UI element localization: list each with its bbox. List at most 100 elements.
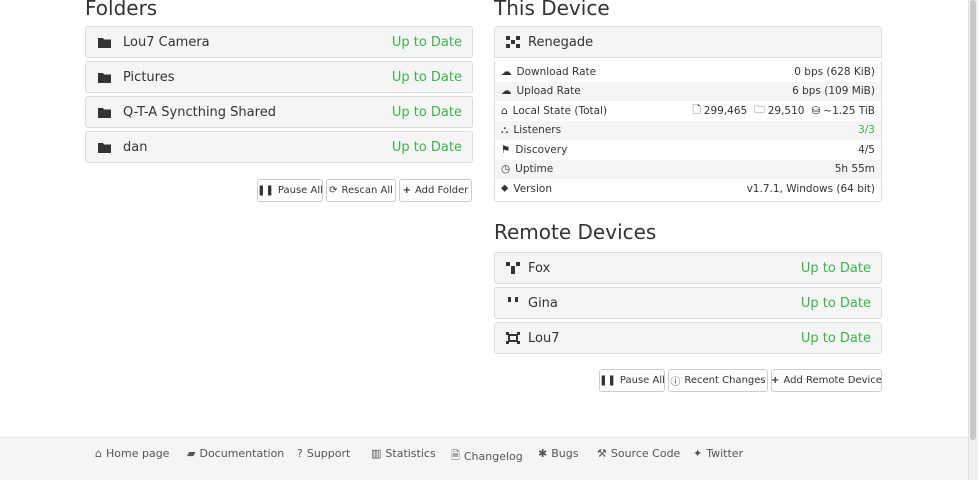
cloud-download-icon: ☁ xyxy=(501,65,512,78)
device-identicon xyxy=(505,253,521,283)
footer-link-changelog[interactable]: 🗎 Changelog xyxy=(451,447,523,466)
footer-link-bugs[interactable]: ✱ Bugs xyxy=(538,447,578,460)
local-state-label: Local State (Total) xyxy=(512,104,608,117)
remote-device-status: Up to Date xyxy=(800,330,871,346)
folder-panel-dan[interactable]: dan Up to Date xyxy=(85,131,473,163)
pause-all-folders-button[interactable]: ❚❚ Pause All xyxy=(257,179,323,202)
local-state-dirs: 29,510 xyxy=(767,104,805,117)
upload-rate-value: 6 bps (109 MiB) xyxy=(792,85,875,98)
footer-link-documentation[interactable]: ▰ Documentation xyxy=(187,447,284,460)
info-icon: ⓘ xyxy=(670,377,681,388)
page-scrollbar[interactable] xyxy=(968,0,978,480)
changelog-label: Changelog xyxy=(463,450,523,463)
folder-status: Up to Date xyxy=(391,34,462,50)
plus-icon: + xyxy=(771,375,780,386)
device-identicon xyxy=(505,288,521,318)
remote-device-panel-lou7[interactable]: Lou7 Up to Date xyxy=(494,322,882,354)
remote-device-panel-fox[interactable]: Fox Up to Date xyxy=(494,252,882,284)
pause-icon: ❚❚ xyxy=(257,185,274,196)
add-remote-device-button[interactable]: + Add Remote Device xyxy=(771,369,882,392)
version-label: Version xyxy=(513,182,552,195)
folder-name: Pictures xyxy=(123,69,175,85)
folder-status: Up to Date xyxy=(391,139,462,155)
twitter-icon: ✦ xyxy=(693,447,703,460)
device-info-table: ☁ Download Rate 0 bps (628 KiB) ☁ Upload R… xyxy=(494,61,882,202)
cloud-upload-icon: ☁ xyxy=(501,85,512,98)
folder-panel-lou7-camera[interactable]: Lou7 Camera Up to Date xyxy=(85,26,473,58)
uptime-value: 5h 55m xyxy=(834,163,875,176)
file-text-icon: 🗎 xyxy=(451,449,460,462)
folder-icon xyxy=(96,62,112,92)
twitter-label: Twitter xyxy=(706,447,744,460)
folder-name: dan xyxy=(123,139,148,155)
download-rate-value: 0 bps (628 KiB) xyxy=(794,65,875,78)
pause-all-label: Pause All xyxy=(277,185,323,196)
documentation-label: Documentation xyxy=(199,447,285,460)
folder-status: Up to Date xyxy=(391,104,462,120)
book-icon: ▰ xyxy=(187,447,196,460)
scrollbar-thumb[interactable] xyxy=(970,0,976,440)
listeners-value[interactable]: 3/3 xyxy=(858,124,875,136)
this-device-panel[interactable]: Renegade xyxy=(494,26,882,58)
home-label: Home page xyxy=(105,447,170,460)
rescan-all-label: Rescan All xyxy=(341,185,393,196)
home-icon: ⌂ xyxy=(95,447,102,460)
recent-changes-button[interactable]: ⓘ Recent Changes xyxy=(668,369,768,392)
version-value: v1.7.1, Windows (64 bit) xyxy=(746,182,875,195)
refresh-icon: ⟳ xyxy=(329,185,338,196)
download-rate-label: Download Rate xyxy=(516,65,597,78)
folder-panel-pictures[interactable]: Pictures Up to Date xyxy=(85,61,473,93)
local-state-files: 299,465 xyxy=(703,104,748,117)
remote-device-name: Lou7 xyxy=(528,330,560,346)
footer-link-home[interactable]: ⌂ Home page xyxy=(95,447,169,460)
device-identicon xyxy=(505,323,521,353)
rescan-all-button[interactable]: ⟳ Rescan All xyxy=(326,179,396,202)
add-folder-button[interactable]: + Add Folder xyxy=(399,179,472,202)
uptime-row: ◷ Uptime 5h 55m xyxy=(495,159,881,179)
pause-icon: ❚❚ xyxy=(599,375,616,386)
sitemap-icon: ⛬ xyxy=(501,123,509,136)
home-icon: ⌂ xyxy=(501,104,508,117)
pause-all-label: Pause All xyxy=(619,375,665,386)
listeners-label: Listeners xyxy=(513,124,562,137)
folder-status: Up to Date xyxy=(391,69,462,85)
plus-icon: + xyxy=(402,185,411,196)
remote-device-name: Gina xyxy=(528,295,558,311)
wrench-icon: ⚒ xyxy=(597,447,607,460)
statistics-label: Statistics xyxy=(385,447,436,460)
folder-icon xyxy=(96,97,112,127)
remote-device-name: Fox xyxy=(528,260,551,276)
folder-outline-icon: 🗀 xyxy=(754,103,765,116)
discovery-label: Discovery xyxy=(515,143,568,156)
upload-rate-row: ☁ Upload Rate 6 bps (109 MiB) xyxy=(495,81,881,101)
clock-icon: ◷ xyxy=(501,163,511,176)
local-state-row: ⌂ Local State (Total) 🗋 299,465 🗀 29,510 ⛁ ~… xyxy=(495,101,881,121)
pause-all-devices-button[interactable]: ❚❚ Pause All xyxy=(599,369,665,392)
support-label: Support xyxy=(306,447,351,460)
folder-icon xyxy=(96,27,112,57)
footer-link-source-code[interactable]: ⚒ Source Code xyxy=(597,447,680,460)
folder-icon xyxy=(96,132,112,162)
footer-link-support[interactable]: ? Support xyxy=(297,447,350,460)
add-folder-label: Add Folder xyxy=(414,185,469,196)
folder-name: Q-T-A Syncthing Shared xyxy=(123,104,276,120)
folder-panel-q-t-a[interactable]: Q-T-A Syncthing Shared Up to Date xyxy=(85,96,473,128)
hdd-icon: ⛁ xyxy=(811,104,821,117)
this-device-heading: This Device xyxy=(494,0,610,20)
device-identicon xyxy=(505,27,521,57)
remote-device-status: Up to Date xyxy=(800,295,871,311)
bug-icon: ✱ xyxy=(538,447,548,460)
footer-link-twitter[interactable]: ✦ Twitter xyxy=(693,447,743,460)
remote-device-panel-gina[interactable]: Gina Up to Date xyxy=(494,287,882,319)
bugs-label: Bugs xyxy=(551,447,579,460)
file-icon: 🗋 xyxy=(692,103,701,116)
add-remote-device-label: Add Remote Device xyxy=(783,375,882,386)
upload-rate-label: Upload Rate xyxy=(516,85,581,98)
bar-chart-icon: ▥ xyxy=(371,447,382,460)
version-row: ⬥ Version v1.7.1, Windows (64 bit) xyxy=(495,179,881,199)
footer-link-statistics[interactable]: ▥ Statistics xyxy=(371,447,436,460)
recent-changes-label: Recent Changes xyxy=(684,375,766,386)
listeners-row: ⛬ Listeners 3/3 xyxy=(495,120,881,140)
discovery-row: ⚑ Discovery 4/5 xyxy=(495,140,881,160)
discovery-value[interactable]: 4/5 xyxy=(858,144,875,156)
